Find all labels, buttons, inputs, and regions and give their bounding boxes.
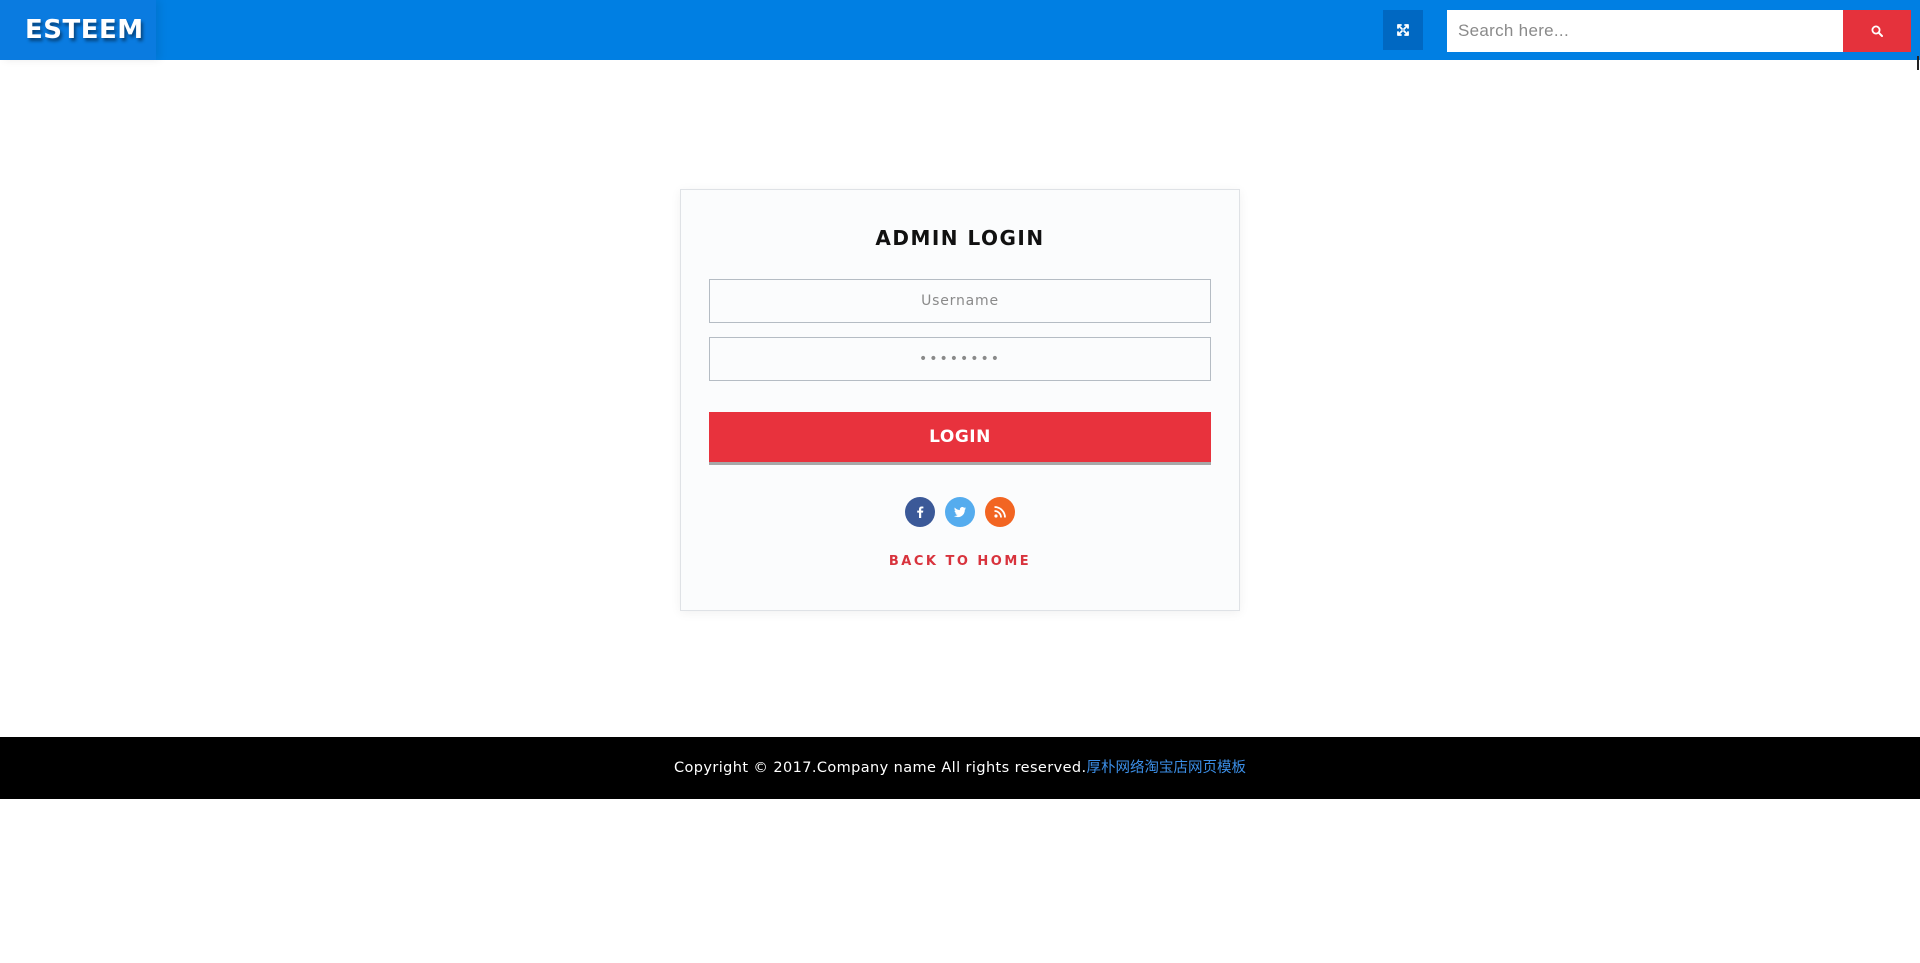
page-footer: Copyright © 2017.Company name All rights… [0, 737, 1920, 799]
top-navbar: ESTEEM [0, 0, 1920, 60]
social-links [681, 497, 1239, 527]
copyright-text: Copyright © 2017.Company name All rights… [673, 760, 1087, 776]
brand-logo[interactable]: ESTEEM [0, 0, 156, 60]
search-icon [1871, 25, 1883, 37]
search-bar [1447, 10, 1911, 52]
footer-template-link[interactable]: 厚朴网络淘宝店网页模板 [1087, 760, 1247, 776]
login-button[interactable]: LOGIN [709, 412, 1211, 465]
fullscreen-toggle-button[interactable] [1383, 10, 1423, 50]
facebook-link[interactable] [905, 497, 935, 527]
search-input[interactable] [1447, 10, 1843, 52]
username-input[interactable] [709, 279, 1211, 323]
password-input[interactable] [709, 337, 1211, 381]
search-button[interactable] [1843, 10, 1911, 52]
rss-link[interactable] [985, 497, 1015, 527]
expand-icon [1397, 24, 1409, 36]
back-to-home-link[interactable]: BACK TO HOME [681, 554, 1239, 569]
twitter-link[interactable] [945, 497, 975, 527]
rss-icon [994, 506, 1006, 518]
scrollbar-marker [1917, 56, 1919, 70]
login-title: ADMIN LOGIN [875, 226, 1045, 250]
facebook-icon [917, 506, 924, 518]
admin-login-card: ADMIN LOGIN LOGIN BACK TO HOME [680, 189, 1240, 611]
twitter-icon [954, 507, 966, 518]
